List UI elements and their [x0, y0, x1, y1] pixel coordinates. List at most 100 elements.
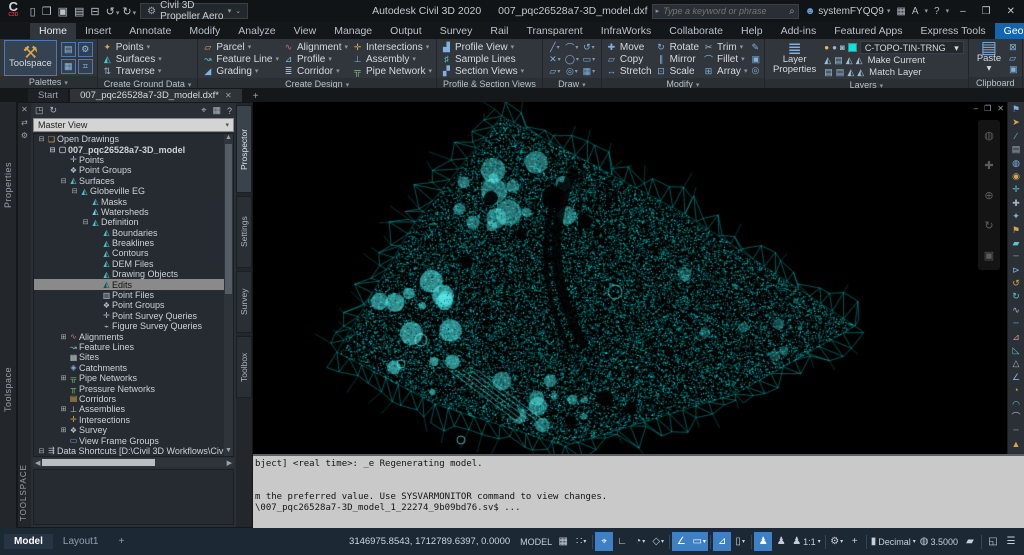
layer-tool-icon[interactable]: ▤: [824, 67, 833, 78]
draw-tool-icon[interactable]: ▭▾: [581, 53, 597, 65]
side-toolbar-icon-12[interactable]: ⊳: [1012, 264, 1020, 277]
toolspace-tab-survey[interactable]: Survey: [236, 271, 252, 333]
drawing-close-icon[interactable]: ✕: [997, 104, 1004, 113]
navbar-icon-1[interactable]: ✚: [984, 159, 993, 172]
side-toolbar-icon-24[interactable]: ┄: [1013, 424, 1018, 437]
tree-item-data-shortcuts-d-civil[interactable]: ⊟⇶Data Shortcuts [D:\Civil 3D Workflows\…: [34, 446, 224, 456]
file-tab-007-pqc26528a7-3d-model-dxf[interactable]: 007_pqc26528a7-3D_model.dxf*✕: [70, 89, 242, 102]
side-toolbar-icon-15[interactable]: ∿: [1012, 304, 1020, 317]
tree-item-corridors[interactable]: ▤Corridors: [34, 394, 224, 404]
ribbon-tab-home[interactable]: Home: [30, 23, 76, 39]
paste-button[interactable]: ▤Paste▾: [973, 40, 1005, 77]
ribbon-tab-add-ins[interactable]: Add-ins: [772, 23, 826, 39]
ribbon-button-array[interactable]: ⊞Array▾: [703, 65, 747, 77]
side-toolbar-icon-0[interactable]: ⚑: [1012, 103, 1020, 116]
ribbon-tab-infraworks[interactable]: InfraWorks: [592, 23, 661, 39]
navbar-icon-3[interactable]: ↻: [984, 219, 993, 232]
redo-dropdown-icon[interactable]: ▾: [133, 10, 137, 17]
status-dynamic-ucs[interactable]: ⊿: [713, 532, 731, 551]
ribbon-tab-annotate[interactable]: Annotate: [120, 23, 180, 39]
ribbon-button-copy[interactable]: ▱Copy: [606, 53, 652, 65]
tree-item-globeville-eg[interactable]: ⊟◭Globeville EG: [34, 186, 224, 196]
tree-item-intersections[interactable]: ✛Intersections: [34, 415, 224, 425]
tree-item-sites[interactable]: ▦Sites: [34, 352, 224, 362]
draw-tool-icon[interactable]: ◎▾: [564, 65, 580, 77]
clipboard-tool-icon[interactable]: ▣: [1009, 64, 1018, 75]
status-ortho-mode[interactable]: ∟: [613, 532, 631, 551]
modify-extra-icon[interactable]: ✎: [751, 42, 760, 53]
layer-tool-icon[interactable]: ◭: [856, 55, 863, 66]
app-store-cart-icon[interactable]: ▦: [896, 6, 905, 17]
make-current-button[interactable]: Make Current: [868, 55, 926, 66]
hscroll-thumb[interactable]: [42, 459, 155, 466]
palette-toggle-icon[interactable]: ▤: [61, 42, 76, 57]
workspace-switcher[interactable]: ⚙ Civil 3D Propeller Aero ▾ ⌄: [140, 3, 248, 19]
open-file-icon[interactable]: ❒: [39, 5, 55, 19]
signin-user[interactable]: ☻ systemFYQQ9 ▾: [805, 6, 891, 17]
draw-tool-icon[interactable]: ◯▾: [564, 53, 580, 65]
panel-label-palettes[interactable]: Palettes▾: [0, 76, 97, 88]
ribbon-button-intersections[interactable]: ✛Intersections▾: [352, 41, 432, 53]
ribbon-tab-modify[interactable]: Modify: [180, 23, 229, 39]
side-toolbar-icon-22[interactable]: ◠: [1012, 398, 1020, 411]
scroll-left-icon[interactable]: ◀: [33, 459, 42, 467]
modify-extra-icon[interactable]: ▣: [751, 54, 760, 65]
tree-item-contours[interactable]: ◭Contours: [34, 248, 224, 258]
side-toolbar-icon-20[interactable]: ∠: [1012, 371, 1020, 384]
tree-item-surfaces[interactable]: ⊟◭Surfaces: [34, 176, 224, 186]
expand-icon[interactable]: ⊞: [59, 333, 68, 341]
collapse-icon[interactable]: ⊟: [81, 218, 90, 226]
layer-tool-icon[interactable]: ◭: [846, 55, 853, 66]
side-toolbar-icon-5[interactable]: ◉: [1012, 170, 1020, 183]
panorama-icon[interactable]: ▦: [212, 105, 221, 116]
ribbon-tab-collaborate[interactable]: Collaborate: [660, 23, 732, 39]
side-toolbar-icon-9[interactable]: ⚑: [1012, 224, 1020, 237]
drawing-restore-icon[interactable]: ❐: [984, 104, 991, 113]
expand-icon[interactable]: ⊞: [59, 405, 68, 413]
layout-tab-layout1[interactable]: Layout1: [53, 534, 109, 549]
search-arrow-icon[interactable]: ▸: [656, 7, 660, 15]
scroll-right-icon[interactable]: ▶: [225, 459, 234, 467]
ribbon-button-sample-lines[interactable]: ♯Sample Lines: [441, 53, 524, 65]
side-toolbar-icon-19[interactable]: △: [1013, 357, 1020, 370]
layer-color-swatch[interactable]: [848, 43, 857, 52]
tree-item-point-groups[interactable]: ❖Point Groups: [34, 300, 224, 310]
tree-item-watersheds[interactable]: ◭Watersheds: [34, 207, 224, 217]
horizontal-scrollbar[interactable]: ◀ ▶: [33, 458, 234, 467]
side-toolbar-icon-3[interactable]: ▤: [1012, 143, 1021, 156]
properties-gear-icon[interactable]: ⚙: [21, 131, 28, 140]
status-annotation-autoscale[interactable]: ♟: [772, 532, 790, 551]
draw-tool-icon[interactable]: ✕▾: [547, 53, 563, 65]
layer-properties-button[interactable]: ≣LayerProperties: [769, 40, 820, 79]
draw-tool-icon[interactable]: ↺▾: [581, 41, 597, 53]
status-annotation-scale[interactable]: ♟1:1▾: [790, 532, 823, 551]
tree-item-points[interactable]: ✛Points: [34, 155, 224, 165]
ribbon-tab-view[interactable]: View: [285, 23, 326, 39]
file-tab-start[interactable]: Start: [28, 89, 68, 102]
status-drawing-units[interactable]: ▮Decimal▾: [869, 532, 918, 551]
command-window[interactable]: bject] <real time>: _e Regenerating mode…: [253, 454, 1024, 528]
collapse-icon[interactable]: ⊟: [37, 135, 46, 143]
side-toolbar-icon-6[interactable]: ✛: [1012, 183, 1020, 196]
draw-tool-icon[interactable]: ▦▾: [581, 65, 597, 77]
help-icon[interactable]: ?: [227, 106, 232, 116]
draw-tool-icon[interactable]: ⌒▾: [564, 41, 580, 53]
status-status-customize-plus[interactable]: +: [846, 532, 864, 551]
tree-item-pipe-networks[interactable]: ⊞╦Pipe Networks: [34, 373, 224, 383]
toolspace-button[interactable]: ⚒Toolspace: [4, 40, 57, 76]
side-toolbar-icon-16[interactable]: ┄: [1013, 317, 1018, 330]
layer-tool-icon[interactable]: ▤: [834, 55, 843, 66]
ribbon-button-points[interactable]: ✦Points▾: [102, 41, 162, 53]
draw-tool-icon[interactable]: ╱▾: [547, 41, 563, 53]
tree-item-breaklines[interactable]: ◭Breaklines: [34, 238, 224, 248]
toolspace-tab-settings[interactable]: Settings: [236, 196, 252, 268]
ribbon-button-pipe-network[interactable]: ╦Pipe Network▾: [352, 65, 432, 77]
toolspace-tab-prospector[interactable]: Prospector: [236, 105, 252, 193]
tree-item-alignments[interactable]: ⊞∿Alignments: [34, 331, 224, 341]
ribbon-tab-rail[interactable]: Rail: [481, 23, 517, 39]
clipboard-tool-icon[interactable]: ⊠: [1009, 42, 1018, 53]
plot-icon[interactable]: ⊟: [87, 5, 102, 19]
side-toolbar-icon-4[interactable]: ◍: [1012, 157, 1020, 170]
status-graphics-performance[interactable]: ▰: [961, 532, 979, 551]
tree-item-feature-lines[interactable]: ↝Feature Lines: [34, 342, 224, 352]
